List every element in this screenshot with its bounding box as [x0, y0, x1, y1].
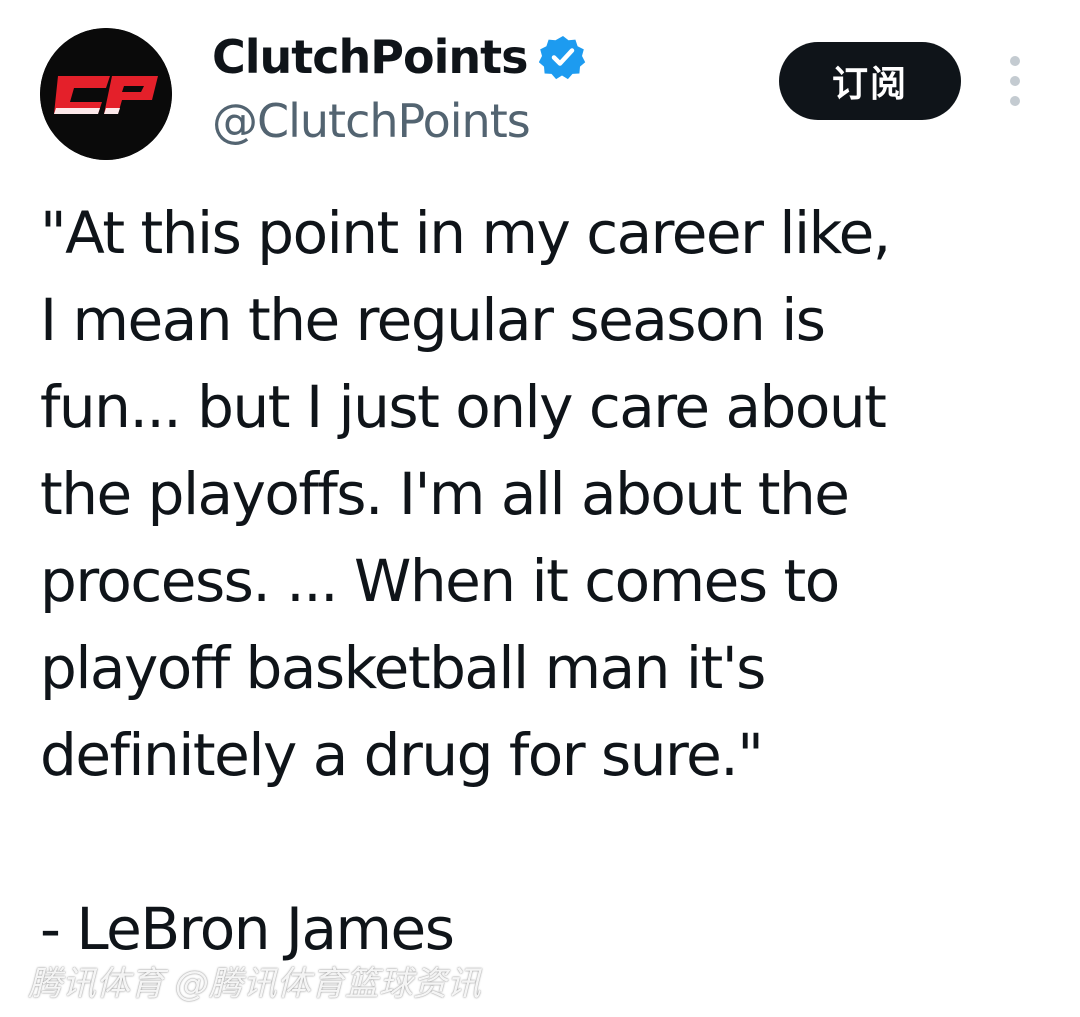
tweet-line: process. ... When it comes to — [40, 547, 840, 615]
tweet-line: I mean the regular season is — [40, 286, 826, 354]
author-name-row: ClutchPoints — [212, 26, 587, 88]
watermark: 腾讯体育 @腾讯体育篮球资讯 — [28, 964, 481, 1004]
verified-badge-icon — [539, 33, 587, 81]
tweet-line: fun... but I just only care about — [40, 373, 887, 441]
avatar[interactable] — [40, 28, 172, 160]
tweet-line: definitely a drug for sure." — [40, 721, 764, 789]
more-dot — [1010, 96, 1020, 106]
more-dot — [1010, 56, 1020, 66]
tweet-line: playoff basketball man it's — [40, 634, 766, 702]
tweet-text: "At this point in my career like, I mean… — [40, 190, 1050, 973]
tweet-line: "At this point in my career like, — [40, 199, 891, 267]
tweet-line: the playoffs. I'm all about the — [40, 460, 850, 528]
more-dot — [1010, 76, 1020, 86]
author-display-name[interactable]: ClutchPoints — [212, 30, 528, 84]
clutchpoints-cp-logo-icon — [40, 28, 172, 160]
subscribe-button[interactable]: 订阅 — [779, 42, 961, 120]
author-handle[interactable]: @ClutchPoints — [212, 94, 531, 148]
more-options-icon[interactable] — [1000, 56, 1030, 106]
